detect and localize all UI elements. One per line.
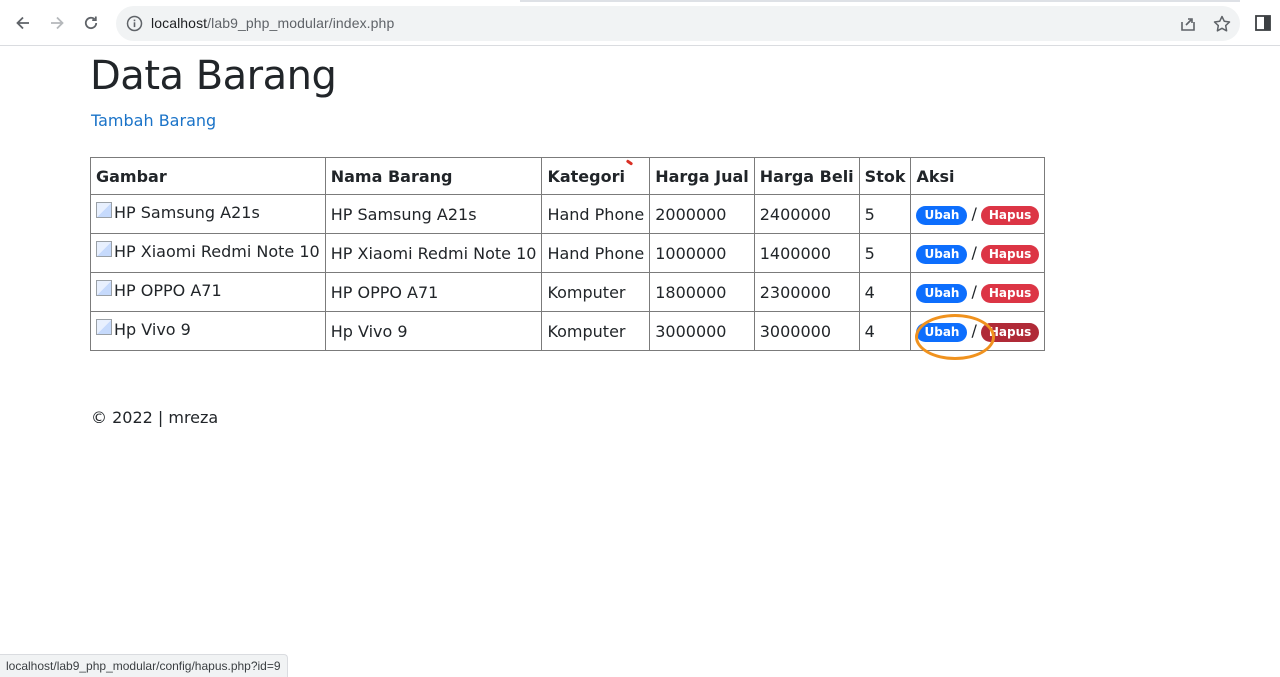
delete-button[interactable]: Hapus [980,244,1040,264]
items-table: Gambar Nama Barang Kategori Harga Jual H… [90,157,1046,351]
table-row: HP OPPO A71 HP OPPO A71 Komputer 1800000… [90,272,1046,312]
star-icon[interactable] [1212,14,1232,34]
broken-image-icon [96,201,112,218]
delete-button[interactable]: Hapus [980,205,1040,225]
stok-cell: 5 [858,233,912,273]
add-item-link[interactable]: Tambah Barang [91,111,216,130]
nama-cell: HP OPPO A71 [324,272,543,312]
side-panel-icon[interactable] [1254,14,1272,32]
action-cell: Ubah / Hapus [910,194,1046,234]
harga-beli-cell: 3000000 [753,311,860,351]
nama-cell: HP Xiaomi Redmi Note 10 [324,233,543,273]
page-footer: © 2022 | mreza [91,408,219,427]
stok-cell: 4 [858,311,912,351]
header-stok: Stok [858,157,912,195]
delete-button[interactable]: Hapus [980,283,1040,303]
share-icon[interactable] [1178,14,1198,34]
table-row: Hp Vivo 9 Hp Vivo 9 Komputer 3000000 300… [90,311,1046,351]
kategori-cell: Komputer [541,272,651,312]
image-cell: HP Samsung A21s [90,194,326,234]
table-header-row: Gambar Nama Barang Kategori Harga Jual H… [90,157,1046,195]
harga-beli-cell: 2400000 [753,194,860,234]
url-text[interactable]: localhost/lab9_php_modular/index.php [151,14,394,32]
product-image: Hp Vivo 9 [96,318,191,340]
kategori-cell: Hand Phone [541,194,651,234]
product-image: HP OPPO A71 [96,279,222,301]
action-separator: / [971,320,977,340]
product-image: HP Xiaomi Redmi Note 10 [96,240,320,262]
harga-jual-cell: 3000000 [649,311,755,351]
harga-beli-cell: 2300000 [753,272,860,312]
browser-toolbar: localhost/lab9_php_modular/index.php [0,0,1280,46]
table-row: HP Samsung A21s HP Samsung A21s Hand Pho… [90,194,1046,234]
nama-cell: Hp Vivo 9 [324,311,543,351]
broken-image-icon [96,279,112,296]
action-separator: / [971,281,977,301]
harga-jual-cell: 2000000 [649,194,755,234]
action-cell: Ubah / Hapus [910,233,1046,273]
action-cell: Ubah / Hapus [910,311,1046,351]
info-icon[interactable] [126,15,143,32]
forward-arrow-icon [51,16,64,30]
address-bar[interactable]: localhost/lab9_php_modular/index.php [116,6,1240,41]
edit-button[interactable]: Ubah [916,322,968,342]
tab-strip-edge [520,0,1240,2]
stok-cell: 5 [858,194,912,234]
link-status-bar: localhost/lab9_php_modular/config/hapus.… [0,654,288,677]
action-separator: / [971,203,977,223]
edit-button[interactable]: Ubah [916,244,968,264]
harga-jual-cell: 1800000 [649,272,755,312]
header-gambar: Gambar [90,157,326,195]
product-image: HP Samsung A21s [96,201,260,223]
image-alt-text: HP Samsung A21s [114,203,260,223]
page-title: Data Barang [90,53,337,99]
broken-image-icon [96,318,112,335]
header-kategori: Kategori [541,157,651,195]
edit-button[interactable]: Ubah [916,283,968,303]
nama-cell: HP Samsung A21s [324,194,543,234]
kategori-cell: Hand Phone [541,233,651,273]
url-host: localhost [151,15,208,31]
image-alt-text: Hp Vivo 9 [114,320,191,340]
broken-image-icon [96,240,112,257]
table-row: HP Xiaomi Redmi Note 10 HP Xiaomi Redmi … [90,233,1046,273]
image-alt-text: HP OPPO A71 [114,281,222,301]
reload-icon [84,16,98,30]
back-button[interactable] [9,9,37,37]
action-separator: / [971,242,977,262]
reload-button[interactable] [77,9,105,37]
image-cell: Hp Vivo 9 [90,311,326,351]
header-nama-barang: Nama Barang [324,157,543,195]
delete-button-hovered[interactable]: Hapus [980,322,1040,342]
header-aksi: Aksi [910,157,1046,195]
action-cell: Ubah / Hapus [910,272,1046,312]
stok-cell: 4 [858,272,912,312]
harga-jual-cell: 1000000 [649,233,755,273]
back-arrow-icon [16,16,29,30]
harga-beli-cell: 1400000 [753,233,860,273]
image-cell: HP OPPO A71 [90,272,326,312]
url-path: /lab9_php_modular/index.php [207,15,395,31]
header-harga-beli: Harga Beli [753,157,860,195]
header-harga-jual: Harga Jual [649,157,755,195]
image-alt-text: HP Xiaomi Redmi Note 10 [114,242,320,262]
edit-button[interactable]: Ubah [916,205,968,225]
image-cell: HP Xiaomi Redmi Note 10 [90,233,326,273]
kategori-cell: Komputer [541,311,651,351]
forward-button[interactable] [43,9,71,37]
